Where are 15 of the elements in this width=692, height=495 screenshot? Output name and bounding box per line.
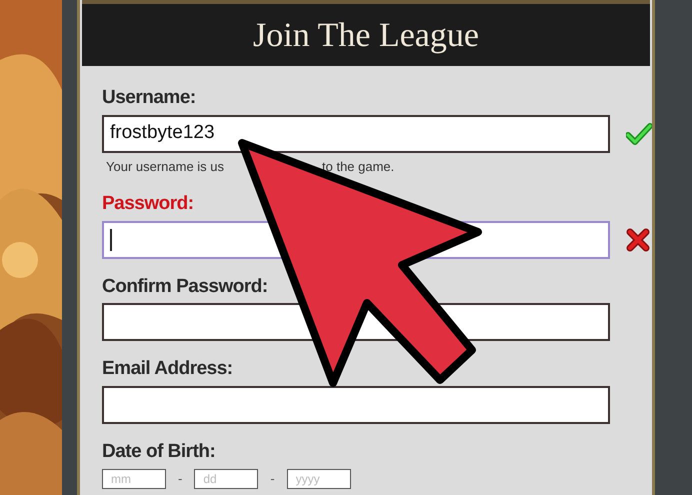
field-label: Password: [102,192,195,216]
date-input[interactable]: dd [194,469,258,489]
field-label: Confirm Password: [102,274,269,298]
field-label: Date of Birth: [102,440,216,464]
date-separator: - [178,470,182,488]
form-title: Join The League [253,16,479,56]
text-input[interactable] [102,386,610,424]
field-label: Email Address: [102,357,234,381]
text-input[interactable]: frostbyte123 [102,114,610,152]
date-separator: - [270,470,275,488]
text-cursor [110,228,112,250]
field-label: Username: [102,86,197,110]
hint-text: Your username is us [106,158,226,176]
date-input[interactable]: mm [102,469,166,489]
date-input[interactable]: yyyy [286,469,351,489]
